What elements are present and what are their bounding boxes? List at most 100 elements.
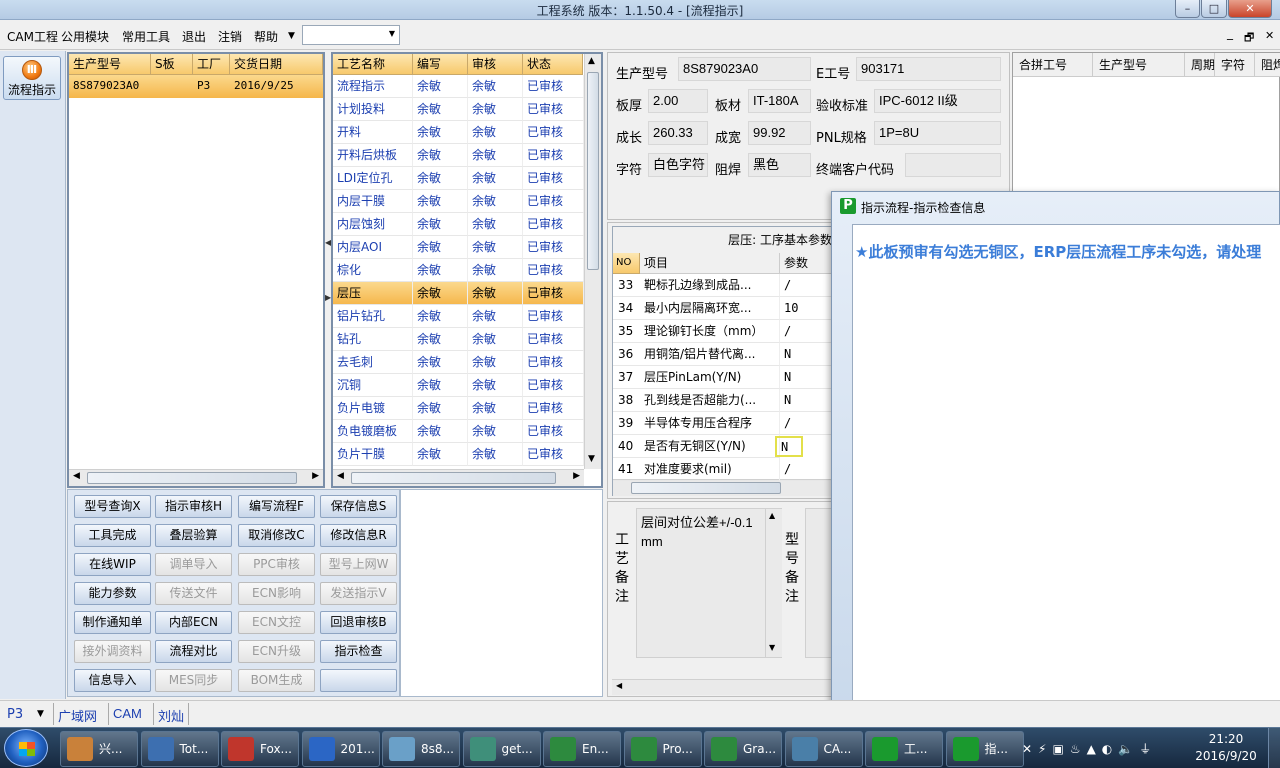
param-value[interactable]: / [780,458,838,481]
close-button[interactable]: ✕ [1228,0,1272,18]
action-button-3-1[interactable]: 传送文件 [155,582,232,605]
table-row[interactable]: 计划投料 余敏 余敏 已审核 [333,98,584,121]
action-button-5-1[interactable]: 流程对比 [155,640,232,663]
action-button-6-1[interactable]: MES同步 [155,669,232,692]
col-header-s-board[interactable]: S板 [151,54,193,75]
taskbar-item[interactable]: 工... [865,731,943,767]
action-button-1-2[interactable]: 取消修改C [238,524,315,547]
table-row[interactable]: 负片电镀 余敏 余敏 已审核 [333,397,584,420]
menu-exit[interactable]: 退出 [182,28,206,45]
action-button-2-0[interactable]: 在线WIP [74,553,151,576]
param-value[interactable]: / [780,320,838,343]
taskbar-item[interactable]: En... [543,731,621,767]
action-button-5-0[interactable]: 接外调资料 [74,640,151,663]
action-button-0-2[interactable]: 编写流程F [238,495,315,518]
table-row[interactable]: 开料 余敏 余敏 已审核 [333,121,584,144]
action-button-1-3[interactable]: 修改信息R [320,524,397,547]
notes-hscroll[interactable]: ◀ [612,679,837,695]
scroll-thumb[interactable] [87,472,297,484]
field-legend-color[interactable]: 白色字符 [648,153,708,177]
action-button-1-0[interactable]: 工具完成 [74,524,151,547]
scroll-right-icon[interactable]: ▶ [312,471,319,481]
table-row[interactable]: 去毛刺 余敏 余敏 已审核 [333,351,584,374]
action-button-0-3[interactable]: 保存信息S [320,495,397,518]
mdi-close-button[interactable]: ✕ [1265,29,1274,42]
col-header-item[interactable]: 项目 [640,253,780,274]
process-table-hscroll[interactable]: ◀ ▶ [333,469,584,486]
scroll-thumb[interactable] [631,482,781,494]
table-row[interactable]: 层压 余敏 余敏 已审核 [333,282,584,305]
action-button-3-3[interactable]: 发送指示V [320,582,397,605]
action-button-5-3[interactable]: 指示检查 [320,640,397,663]
action-button-4-1[interactable]: 内部ECN [155,611,232,634]
field-material[interactable]: IT-180A [748,89,811,113]
field-pnl-spec[interactable]: 1P=8U [874,121,1001,145]
field-e-job-no[interactable]: 903171 [856,57,1001,81]
param-value[interactable]: N [775,436,803,457]
table-row[interactable]: 开料后烘板 余敏 余敏 已审核 [333,144,584,167]
field-solder-mask[interactable]: 黑色 [748,153,811,177]
taskbar-item[interactable]: Fox... [221,731,299,767]
taskbar-item[interactable]: 兴... [60,731,138,767]
action-button-4-0[interactable]: 制作通知单 [74,611,151,634]
merge-col-header[interactable]: 字符 [1215,53,1255,77]
merge-col-header[interactable]: 阻焊 [1255,53,1280,77]
maximize-button[interactable]: □ [1201,0,1227,18]
table-row[interactable]: 负电镀磨板 余敏 余敏 已审核 [333,420,584,443]
action-button-6-0[interactable]: 信息导入 [74,669,151,692]
merge-col-header[interactable]: 生产型号 [1093,53,1185,77]
taskbar-item[interactable]: 201... [301,731,380,767]
field-end-customer-code[interactable] [905,153,1001,177]
field-width[interactable]: 99.92 [748,121,811,145]
scroll-left-icon[interactable]: ◀ [337,471,344,481]
process-note-textarea[interactable]: 层间对位公差+/-0.1mm [636,508,782,658]
action-button-4-3[interactable]: 回退审核B [320,611,397,634]
flow-indication-button[interactable]: Ⅲ 流程指示 [3,56,61,100]
system-tray-icons[interactable]: ✕⚡▣♨▲◐🔈⏚ [1022,740,1192,758]
param-value[interactable]: N [780,343,838,366]
minimize-button[interactable]: – [1175,0,1200,18]
action-button-1-1[interactable]: 叠层验算 [155,524,232,547]
chevron-down-icon[interactable]: ▼ [37,709,44,719]
field-acceptance-standard[interactable]: IPC-6012 II级 [874,89,1001,113]
taskbar-item[interactable]: Tot... [140,731,219,767]
action-button-0-1[interactable]: 指示审核H [155,495,232,518]
field-thickness[interactable]: 2.00 [648,89,708,113]
merge-col-header[interactable]: 合拼工号 [1013,53,1093,77]
table-row[interactable]: 内层蚀刻 余敏 余敏 已审核 [333,213,584,236]
param-value[interactable]: 10 [780,297,838,320]
field-product-no[interactable]: 8S879023A0 [678,57,811,81]
scroll-up-icon[interactable]: ▲ [769,511,775,520]
menu-cam[interactable]: CAM工程 [7,28,58,45]
action-button-3-2[interactable]: ECN影响 [238,582,315,605]
action-button-4-2[interactable]: ECN文控 [238,611,315,634]
table-row[interactable]: 8S879023A0 P3 2016/9/25 [69,75,323,98]
taskbar-item[interactable]: 8s8... [382,731,460,767]
param-value[interactable]: N [780,366,838,389]
action-button-2-3[interactable]: 型号上网W [320,553,397,576]
action-button-6-3[interactable] [320,669,397,692]
mdi-minimize-button[interactable]: _ [1227,26,1233,40]
action-button-6-2[interactable]: BOM生成 [238,669,315,692]
merge-col-header[interactable]: 周期 [1185,53,1215,77]
param-value[interactable]: N [780,389,838,412]
action-button-0-0[interactable]: 型号查询X [74,495,151,518]
show-desktop-button[interactable] [1268,728,1280,768]
factory-selector[interactable]: P3 [7,707,23,722]
action-button-3-0[interactable]: 能力参数 [74,582,151,605]
scroll-up-icon[interactable]: ▲ [588,56,595,66]
product-table-hscroll[interactable]: ◀ ▶ [69,469,323,486]
start-button[interactable] [4,729,48,767]
col-header-status[interactable]: 状态 [523,54,583,75]
menu-tools[interactable]: 常用工具 [122,28,170,45]
col-header-product-no[interactable]: 生产型号 [69,54,151,75]
scroll-right-icon[interactable]: ▶ [573,471,580,481]
menu-overflow-arrow-icon[interactable]: ▼ [288,31,295,41]
clock-date[interactable]: 2016/9/20 [1190,749,1262,763]
col-header-delivery-date[interactable]: 交货日期 [230,54,323,75]
scroll-down-icon[interactable]: ▼ [769,643,775,652]
col-header-param[interactable]: 参数 [780,253,838,274]
table-row[interactable]: 沉铜 余敏 余敏 已审核 [333,374,584,397]
param-value[interactable]: / [780,274,838,297]
col-header-factory[interactable]: 工厂 [193,54,230,75]
